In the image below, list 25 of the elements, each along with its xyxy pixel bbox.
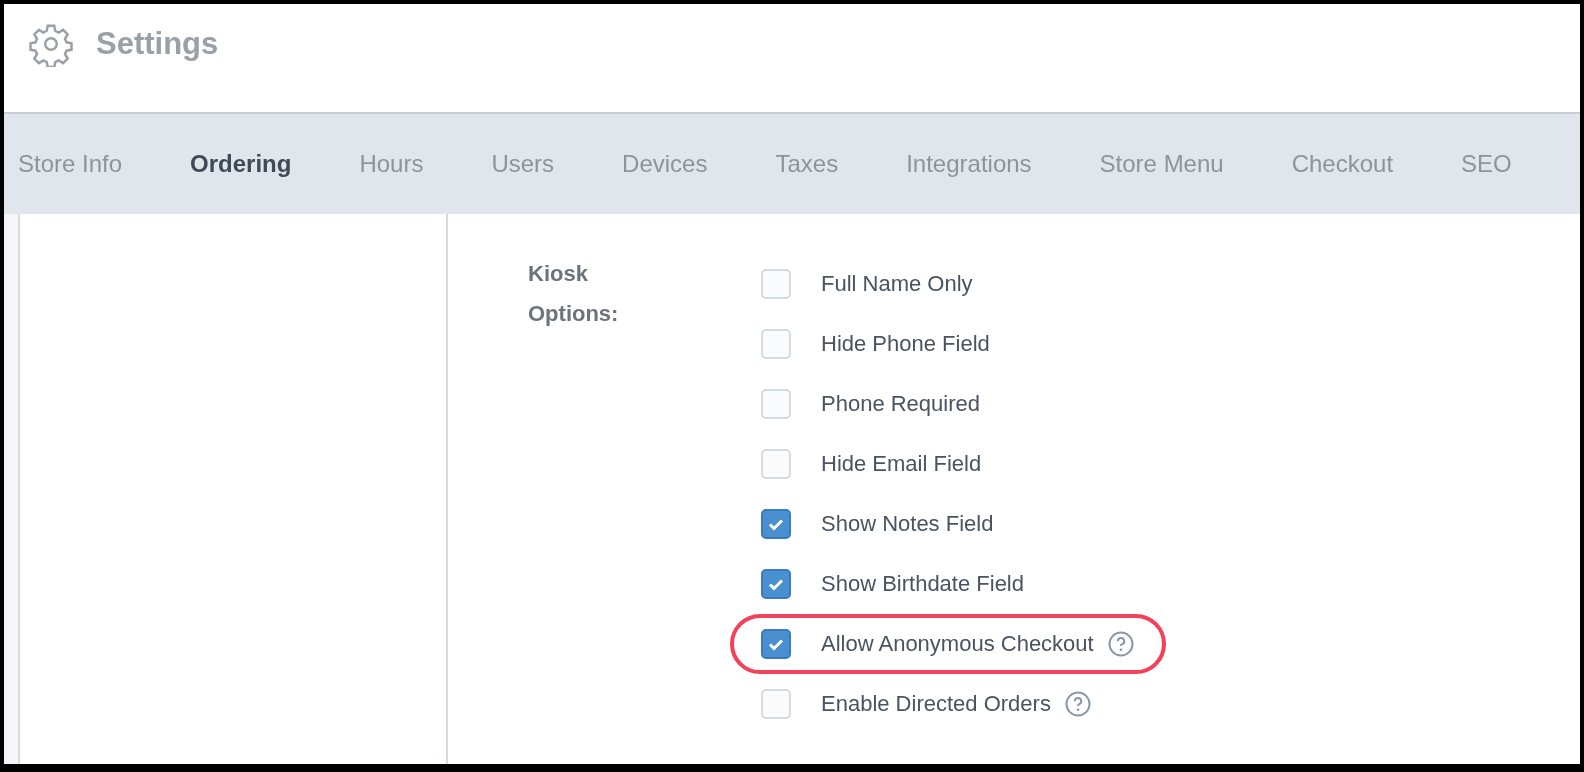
tab[interactable]: Integrations [906, 150, 1032, 178]
option-label: Show Birthdate Field [821, 571, 1024, 597]
tab[interactable]: Store Info [18, 150, 123, 178]
tab[interactable]: Taxes [775, 150, 839, 178]
tab[interactable]: Hours [359, 150, 424, 178]
option-label: Hide Phone Field [821, 331, 990, 357]
tab[interactable]: Users [491, 150, 555, 178]
option-label: Show Notes Field [821, 511, 994, 537]
section-label: Kiosk Options: [527, 260, 620, 328]
tab[interactable]: SEO [1461, 150, 1512, 178]
option-label: Full Name Only [821, 271, 973, 297]
option-label: Phone Required [821, 391, 980, 417]
page-title: Settings [96, 25, 219, 63]
tab[interactable]: Checkout [1291, 150, 1394, 178]
tab[interactable]: Devices [622, 150, 708, 178]
help-icon[interactable] [1107, 631, 1134, 657]
tab[interactable]: Ordering [190, 150, 292, 178]
option-label: Hide Email Field [821, 451, 982, 477]
checkbox[interactable] [761, 569, 791, 599]
checkbox[interactable] [761, 509, 791, 539]
help-icon[interactable] [1064, 691, 1091, 717]
option-label: Allow Anonymous Checkout [821, 631, 1094, 657]
checkbox[interactable] [761, 629, 791, 659]
tab[interactable]: Store Menu [1099, 150, 1224, 178]
option-label: Enable Directed Orders [821, 691, 1051, 717]
